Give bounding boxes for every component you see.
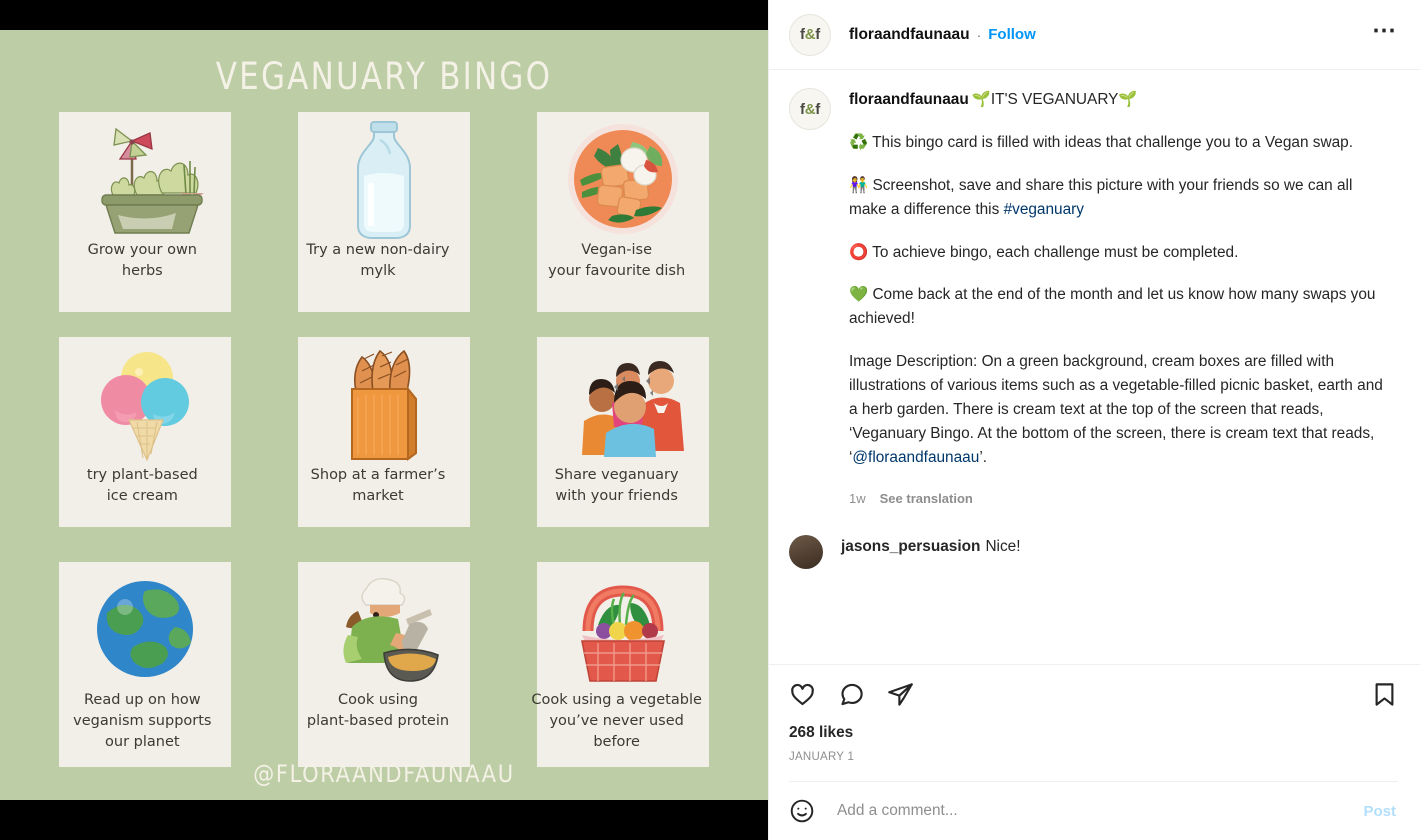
- avatar-initials: f&f: [800, 26, 820, 43]
- bingo-cell-label: Try a new non-dairy mylk: [306, 242, 450, 280]
- vegan-dish-bowl-icon: [537, 112, 709, 240]
- bingo-cell: Cook using a vegetable you’ve never used…: [531, 562, 709, 767]
- milk-bottle-icon: [298, 112, 470, 240]
- comment-input[interactable]: [835, 801, 1350, 821]
- share-icon[interactable]: [887, 681, 914, 708]
- caption-avatar[interactable]: f&f: [789, 88, 831, 130]
- bingo-cell-label: Cook using a vegetable you’ve never used…: [531, 692, 702, 751]
- comment-body: Nice!: [985, 537, 1021, 555]
- mention-link[interactable]: @floraandfaunaau: [852, 449, 979, 466]
- bingo-title: VEGANUARY BINGO: [215, 55, 553, 99]
- caption-username[interactable]: floraandfaunaau: [849, 91, 969, 108]
- bingo-cell-label: Read up on how veganism supports our pla…: [73, 692, 212, 751]
- herb-planter-icon: [59, 112, 231, 240]
- caption-headline: 🌱IT'S VEGANUARY🌱: [971, 91, 1138, 108]
- likes-count[interactable]: 268 likes: [789, 724, 1398, 742]
- comment-item: jasons_persuasion Nice!: [789, 534, 1398, 569]
- bingo-cell-label: Grow your own herbs: [87, 242, 197, 280]
- vegetable-basket-icon: [537, 562, 709, 690]
- caption-block: f&f floraandfaunaau 🌱IT'S VEGANUARY🌱 ♻️ T…: [789, 88, 1398, 509]
- bingo-cell: Grow your own herbs: [59, 112, 232, 312]
- cooking-person-icon: [298, 562, 470, 690]
- add-comment-bar: Post: [789, 781, 1398, 840]
- bingo-cell: Read up on how veganism supports our pla…: [59, 562, 232, 767]
- header-separator: ·: [976, 26, 982, 43]
- caption-paragraph-1: ♻️ This bingo card is filled with ideas …: [849, 133, 1353, 151]
- post-actions: 268 likes JANUARY 1 Post: [769, 664, 1420, 840]
- bingo-cell-label: Shop at a farmer’s market: [310, 467, 446, 505]
- comment-text: jasons_persuasion Nice!: [841, 535, 1021, 558]
- caption-title-line: floraandfaunaau 🌱IT'S VEGANUARY🌱: [849, 88, 1389, 112]
- caption-timestamp: 1w: [849, 490, 866, 506]
- caption-meta: 1w See translation: [849, 489, 1389, 509]
- bread-bag-icon: [298, 337, 470, 465]
- bingo-cell-label: Vegan-ise your favourite dish: [548, 242, 686, 280]
- caption-paragraph-2: 👫 Screenshot, save and share this pictur…: [849, 174, 1389, 222]
- post-date: JANUARY 1: [789, 751, 855, 763]
- bingo-cell-label: try plant-based ice cream: [86, 467, 198, 505]
- caption-text: floraandfaunaau 🌱IT'S VEGANUARY🌱 ♻️ This …: [849, 88, 1389, 509]
- comment-avatar[interactable]: [789, 534, 823, 569]
- bingo-cell: Try a new non-dairy mylk: [297, 112, 470, 312]
- ice-cream-cone-icon: [59, 337, 231, 465]
- post-header: f&f floraandfaunaau · Follow ⋯: [769, 0, 1420, 70]
- caption-paragraph-2-text: 👫 Screenshot, save and share this pictur…: [849, 176, 1353, 218]
- bingo-cell: Shop at a farmer’s market: [297, 337, 470, 527]
- header-username[interactable]: floraandfaunaau: [849, 26, 970, 44]
- caption-paragraph-4: 💚 Come back at the end of the month and …: [849, 286, 1376, 328]
- avatar-initials: f&f: [800, 100, 820, 118]
- emoji-icon[interactable]: [789, 798, 815, 824]
- bingo-grid: Grow your own herbs Try a new non-dairy: [30, 112, 738, 767]
- action-icon-row: [789, 681, 1398, 708]
- caption-tail: ’.: [979, 448, 988, 466]
- earth-globe-icon: [59, 562, 231, 690]
- follow-button[interactable]: Follow: [988, 26, 1036, 43]
- instagram-post: VEGANUARY BINGO Grow your own herbs Try …: [0, 0, 1420, 840]
- post-sidebar: f&f floraandfaunaau · Follow ⋯ f&f flora…: [768, 0, 1420, 840]
- post-comment-button[interactable]: Post: [1363, 803, 1396, 820]
- bingo-cell: Cook using plant-based protein: [297, 562, 470, 767]
- bingo-cell-label: Cook using plant-based protein: [306, 692, 450, 730]
- comment-icon[interactable]: [838, 681, 865, 708]
- hashtag-link[interactable]: #veganuary: [1004, 201, 1084, 218]
- bingo-cell-label: Share veganuary with your friends: [554, 467, 679, 505]
- avatar[interactable]: f&f: [789, 13, 831, 56]
- bookmark-icon[interactable]: [1371, 681, 1398, 708]
- comment-username[interactable]: jasons_persuasion: [841, 538, 980, 555]
- media-handle: @FLORAANDFAUNAAU: [253, 760, 515, 788]
- heart-icon[interactable]: [789, 681, 816, 708]
- post-body: f&f floraandfaunaau 🌱IT'S VEGANUARY🌱 ♻️ T…: [769, 70, 1420, 664]
- post-media[interactable]: VEGANUARY BINGO Grow your own herbs Try …: [0, 0, 768, 840]
- more-options-icon[interactable]: ⋯: [1372, 18, 1398, 44]
- caption-paragraph-3: ⭕ To achieve bingo, each challenge must …: [849, 243, 1239, 261]
- caption-image-description: Image Description: On a green background…: [849, 350, 1389, 469]
- bingo-cell: Share veganuary with your friends: [536, 337, 709, 527]
- see-translation-button[interactable]: See translation: [880, 489, 973, 509]
- bingo-card-image: VEGANUARY BINGO Grow your own herbs Try …: [0, 30, 768, 800]
- friends-group-icon: [537, 337, 709, 465]
- bingo-cell: Vegan-ise your favourite dish: [536, 112, 709, 312]
- bingo-cell: try plant-based ice cream: [59, 337, 232, 527]
